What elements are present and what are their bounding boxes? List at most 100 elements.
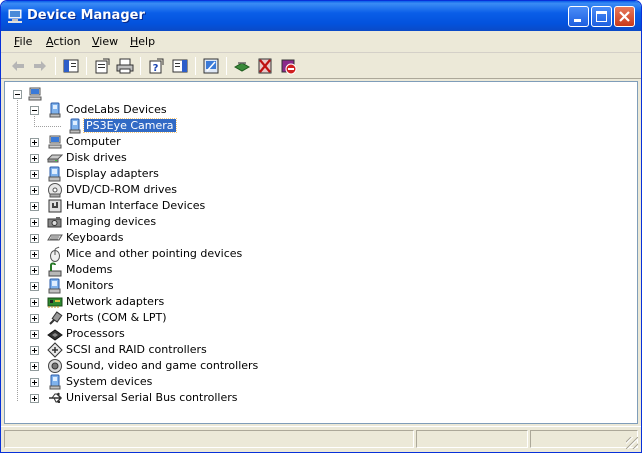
tree-category-imaging[interactable]: Imaging devices (9, 214, 209, 230)
expand-toggle[interactable] (30, 250, 39, 259)
menu-action[interactable]: Action (46, 35, 80, 48)
display-adapter-icon (48, 166, 61, 182)
tree-device-ps3eye[interactable]: PS3Eye Camera (9, 118, 177, 134)
scan-hardware-changes-icon[interactable] (202, 57, 220, 75)
expand-toggle[interactable] (30, 346, 39, 355)
hid-icon (48, 199, 62, 213)
tree-category-dvd-cdrom[interactable]: DVD/CD-ROM drives (9, 182, 209, 198)
tree-root-row[interactable] (9, 86, 49, 102)
update-driver-icon[interactable] (233, 57, 251, 75)
tree-category-usb[interactable]: Universal Serial Bus controllers (9, 390, 249, 406)
status-pane-3 (530, 430, 638, 448)
help-icon[interactable]: ? (147, 57, 165, 75)
monitor-icon (48, 278, 61, 294)
tree-category-ports[interactable]: Ports (COM & LPT) (9, 310, 209, 326)
minimize-icon (574, 19, 581, 22)
expand-toggle[interactable] (30, 394, 39, 403)
status-pane-main (4, 430, 414, 448)
expand-toggle[interactable] (30, 282, 39, 291)
expand-toggle[interactable] (30, 154, 39, 163)
tree-category-keyboards[interactable]: Keyboards (9, 230, 209, 246)
maximize-button[interactable] (591, 6, 612, 27)
back-arrow-icon[interactable] (9, 57, 27, 75)
tree-category-network[interactable]: Network adapters (9, 294, 209, 310)
expand-toggle[interactable] (30, 266, 39, 275)
category-label: Monitors (66, 279, 114, 292)
modem-icon (48, 262, 62, 277)
expand-toggle[interactable] (30, 138, 39, 147)
expand-toggle[interactable] (30, 314, 39, 323)
category-label: Universal Serial Bus controllers (66, 391, 238, 404)
disk-drive-icon (47, 154, 63, 163)
tree-category-disk-drives[interactable]: Disk drives (9, 150, 209, 166)
close-button[interactable] (614, 6, 635, 27)
device-icon (49, 102, 61, 118)
camera-icon (47, 217, 62, 228)
expand-toggle[interactable] (30, 234, 39, 243)
category-label: Ports (COM & LPT) (66, 311, 167, 324)
collapse-toggle[interactable] (30, 106, 39, 115)
tree-category-scsi[interactable]: SCSI and RAID controllers (9, 342, 229, 358)
expand-toggle[interactable] (30, 330, 39, 339)
category-label: Sound, video and game controllers (66, 359, 259, 372)
mouse-icon (50, 246, 60, 262)
tree-category-sound[interactable]: Sound, video and game controllers (9, 358, 258, 374)
tree-category-computer[interactable]: Computer (9, 134, 209, 150)
minimize-button[interactable] (568, 6, 589, 27)
system-device-icon (49, 374, 61, 390)
computer-icon (48, 135, 62, 149)
tree-category-processors[interactable]: Processors (9, 326, 209, 342)
disable-icon[interactable] (279, 57, 297, 75)
expand-toggle[interactable] (30, 362, 39, 371)
tree-category-monitors[interactable]: Monitors (9, 278, 209, 294)
close-icon (619, 11, 630, 22)
show-hide-action-pane-icon[interactable] (171, 57, 189, 75)
toolbar: ? (1, 54, 641, 79)
device-label: PS3Eye Camera (83, 118, 177, 133)
tree-category-hid[interactable]: Human Interface Devices (9, 198, 209, 214)
menu-help[interactable]: Help (130, 35, 155, 48)
expand-toggle[interactable] (30, 202, 39, 211)
print-icon[interactable] (116, 57, 134, 75)
resize-grip[interactable] (626, 437, 638, 449)
category-label: System devices (66, 375, 153, 388)
show-hide-console-tree-icon[interactable] (62, 57, 80, 75)
tree-category-system[interactable]: System devices (9, 374, 209, 390)
category-label: Network adapters (66, 295, 165, 308)
toolbar-separator (195, 57, 196, 75)
expand-toggle[interactable] (30, 170, 39, 179)
category-label: Disk drives (66, 151, 127, 164)
menu-view[interactable]: View (92, 35, 118, 48)
usb-icon (49, 392, 63, 403)
expand-toggle[interactable] (30, 218, 39, 227)
device-tree[interactable]: CodeLabs Devices PS3Eye Camera Computer … (4, 81, 638, 424)
category-label: Computer (66, 135, 121, 148)
category-label: Keyboards (66, 231, 124, 244)
computer-icon (28, 87, 42, 101)
category-label: Modems (66, 263, 113, 276)
computer-manage-icon (8, 9, 22, 23)
tree-category-mice[interactable]: Mice and other pointing devices (9, 246, 249, 262)
maximize-icon (596, 11, 607, 22)
forward-arrow-icon[interactable] (31, 57, 49, 75)
properties-icon[interactable] (93, 57, 111, 75)
expand-toggle[interactable] (30, 186, 39, 195)
collapse-toggle[interactable] (13, 90, 22, 99)
window-title: Device Manager (27, 8, 145, 23)
tree-category-codelabs[interactable]: CodeLabs Devices (9, 102, 169, 118)
tree-category-display-adapters[interactable]: Display adapters (9, 166, 209, 182)
category-label: Processors (66, 327, 125, 340)
title-bar[interactable]: Device Manager (1, 1, 641, 31)
tree-category-modems[interactable]: Modems (9, 262, 209, 278)
expand-toggle[interactable] (30, 378, 39, 387)
category-label: DVD/CD-ROM drives (66, 183, 177, 196)
menu-file[interactable]: File (14, 35, 32, 48)
category-label: Imaging devices (66, 215, 157, 228)
device-manager-window: Device Manager File Action View Help ? C… (0, 0, 642, 453)
category-label: CodeLabs Devices (66, 103, 167, 116)
expand-toggle[interactable] (30, 298, 39, 307)
svg-text:?: ? (153, 63, 159, 74)
toolbar-separator (140, 57, 141, 75)
keyboard-icon (47, 234, 63, 241)
uninstall-icon[interactable] (256, 57, 274, 75)
